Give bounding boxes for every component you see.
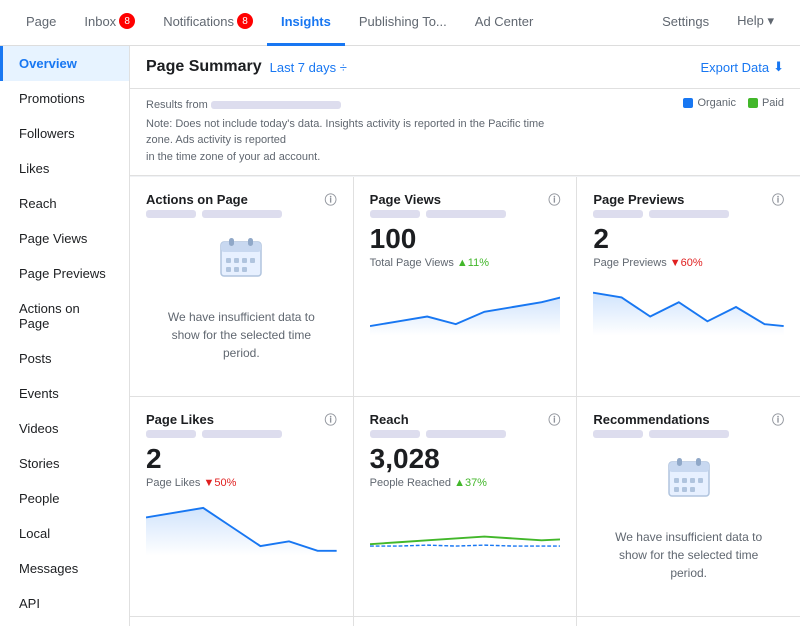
sidebar-item-messages[interactable]: Messages: [0, 551, 129, 586]
sidebar-item-likes[interactable]: Likes: [0, 151, 129, 186]
export-button[interactable]: Export Data ⬇: [700, 59, 784, 75]
blurred-sub-previews: [593, 210, 784, 218]
card-title-recommendations: Recommendations ⓘ: [593, 411, 784, 428]
nav-page[interactable]: Page: [12, 0, 70, 46]
insufficient-message-recs: We have insufficient data to show for th…: [593, 508, 784, 602]
metric-label-page-previews: Page Previews ▼60%: [593, 257, 784, 269]
info-icon-page-views[interactable]: ⓘ: [548, 191, 560, 208]
notifications-badge: 8: [237, 13, 253, 29]
blurred-sub-reach: [370, 430, 561, 438]
legend-organic: Organic: [683, 97, 736, 109]
summary-period[interactable]: Last 7 days ÷: [270, 60, 347, 75]
summary-title: Page Summary: [146, 58, 262, 76]
inbox-badge: 8: [119, 13, 135, 29]
sidebar: Overview Promotions Followers Likes Reac…: [0, 46, 130, 626]
card-page-views: Page Views ⓘ 100 Total Page Views ▲11%: [354, 177, 577, 396]
sidebar-item-page-previews[interactable]: Page Previews: [0, 256, 129, 291]
legend-paid: Paid: [748, 97, 784, 109]
download-icon: ⬇: [773, 59, 784, 75]
cards-grid: Actions on Page ⓘ: [130, 177, 800, 626]
info-icon-actions[interactable]: ⓘ: [325, 191, 337, 208]
metric-label-page-likes: Page Likes ▼50%: [146, 477, 337, 489]
chart-page-likes: [146, 497, 337, 557]
card-post-engagements: Post Engagements ⓘ 53 Post Engagement ▼1…: [130, 617, 353, 626]
chart-page-previews: [593, 277, 784, 337]
paid-label: Paid: [762, 97, 784, 109]
info-note: Note: Does not include today's data. Ins…: [146, 116, 561, 166]
info-text: Results from Note: Does not include toda…: [146, 97, 561, 165]
cal-icon-recs: [593, 444, 784, 508]
card-reach: Reach ⓘ 3,028 People Reached ▲37%: [354, 397, 577, 616]
sidebar-item-events[interactable]: Events: [0, 376, 129, 411]
card-videos: Videos ⓘ 32 Total Video Views ▲39%: [577, 617, 800, 626]
main-content: Page Summary Last 7 days ÷ Export Data ⬇…: [130, 46, 800, 626]
change-page-previews: ▼60%: [670, 257, 703, 269]
sidebar-item-overview[interactable]: Overview: [0, 46, 129, 81]
chart-page-views: [370, 277, 561, 337]
sidebar-item-followers[interactable]: Followers: [0, 116, 129, 151]
card-recommendations: Recommendations ⓘ: [577, 397, 800, 616]
organic-dot: [683, 98, 693, 108]
blurred-sub-actions: [146, 210, 337, 218]
chart-reach: [370, 497, 561, 557]
change-reach: ▲37%: [454, 477, 487, 489]
main-layout: Overview Promotions Followers Likes Reac…: [0, 46, 800, 626]
nav-settings[interactable]: Settings: [648, 0, 723, 46]
card-page-responsiveness: Page Responsiveness ⓘ As of 80% Response…: [354, 617, 577, 626]
top-navigation: Page Inbox 8 Notifications 8 Insights Pu…: [0, 0, 800, 46]
sidebar-item-promotions[interactable]: Promotions: [0, 81, 129, 116]
info-icon-page-previews[interactable]: ⓘ: [772, 191, 784, 208]
info-icon-reach[interactable]: ⓘ: [548, 411, 560, 428]
nav-adcenter[interactable]: Ad Center: [461, 0, 548, 46]
nav-publishing[interactable]: Publishing To...: [345, 0, 461, 46]
metric-label-page-views: Total Page Views ▲11%: [370, 257, 561, 269]
blurred-sub-likes: [146, 430, 337, 438]
blurred-sub-views: [370, 210, 561, 218]
metric-label-reach: People Reached ▲37%: [370, 477, 561, 489]
nav-help[interactable]: Help ▾: [723, 0, 788, 46]
card-title-actions: Actions on Page ⓘ: [146, 191, 337, 208]
card-title-page-likes: Page Likes ⓘ: [146, 411, 337, 428]
metric-page-previews: 2: [593, 224, 784, 255]
results-from-label: Results from: [146, 99, 211, 111]
card-title-page-views: Page Views ⓘ: [370, 191, 561, 208]
sidebar-item-api[interactable]: API: [0, 586, 129, 621]
info-icon-page-likes[interactable]: ⓘ: [325, 411, 337, 428]
change-page-views: ▲11%: [457, 257, 489, 269]
nav-notifications[interactable]: Notifications 8: [149, 0, 267, 46]
metric-page-views: 100: [370, 224, 561, 255]
card-page-likes: Page Likes ⓘ 2 Page Likes ▼50%: [130, 397, 353, 616]
info-icon-recommendations[interactable]: ⓘ: [772, 411, 784, 428]
nav-insights[interactable]: Insights: [267, 0, 345, 46]
card-title-page-previews: Page Previews ⓘ: [593, 191, 784, 208]
results-from-value: [211, 101, 341, 109]
export-label: Export Data: [700, 60, 769, 75]
insufficient-message-actions: We have insufficient data to show for th…: [146, 288, 337, 382]
sidebar-item-stories[interactable]: Stories: [0, 446, 129, 481]
organic-label: Organic: [697, 97, 736, 109]
info-bar: Results from Note: Does not include toda…: [130, 89, 800, 176]
sidebar-item-posts[interactable]: Posts: [0, 341, 129, 376]
sidebar-item-page-views[interactable]: Page Views: [0, 221, 129, 256]
blurred-sub-recs: [593, 430, 784, 438]
change-page-likes: ▼50%: [203, 477, 236, 489]
sidebar-item-actions[interactable]: Actions on Page: [0, 291, 129, 341]
card-page-previews: Page Previews ⓘ 2 Page Previews ▼60%: [577, 177, 800, 396]
paid-dot: [748, 98, 758, 108]
summary-header: Page Summary Last 7 days ÷ Export Data ⬇: [130, 46, 800, 89]
sidebar-item-reach[interactable]: Reach: [0, 186, 129, 221]
metric-page-likes: 2: [146, 444, 337, 475]
cal-icon-actions: [146, 224, 337, 288]
sidebar-item-videos[interactable]: Videos: [0, 411, 129, 446]
card-actions-on-page: Actions on Page ⓘ: [130, 177, 353, 396]
metric-reach: 3,028: [370, 444, 561, 475]
card-title-reach: Reach ⓘ: [370, 411, 561, 428]
nav-inbox[interactable]: Inbox 8: [70, 0, 149, 46]
sidebar-item-people[interactable]: People: [0, 481, 129, 516]
legend: Organic Paid: [683, 97, 784, 109]
sidebar-item-local[interactable]: Local: [0, 516, 129, 551]
